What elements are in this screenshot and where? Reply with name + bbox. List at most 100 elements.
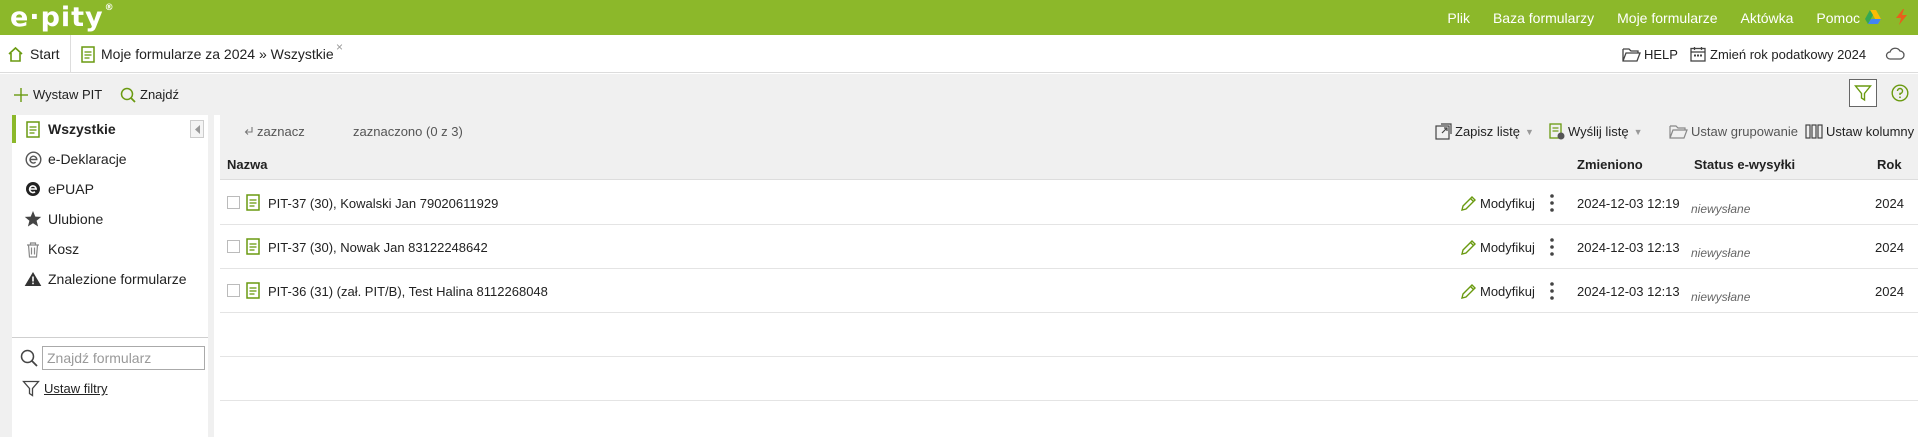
modify-button[interactable]: Modyfikuj [1460,181,1535,225]
set-filters-label: Ustaw filtry [44,381,108,396]
set-filters-link[interactable]: Ustaw filtry [22,380,108,397]
row-checkbox[interactable] [227,284,240,297]
modify-label: Modyfikuj [1480,283,1535,299]
pencil-icon [1460,195,1477,212]
folder-sidebar: Wszystkie e-Deklaracje ePUAP Ulubione Ko… [12,115,208,437]
modify-button[interactable]: Modyfikuj [1460,269,1535,313]
empty-row [220,313,1918,357]
folder-open-icon [1622,47,1641,62]
search-form-input[interactable] [42,346,205,370]
tab-my-forms-label: Moje formularze za 2024 » Wszystkie [101,46,334,62]
row-modified-date: 2024-12-03 12:19 [1577,195,1680,211]
document-icon [81,45,95,63]
set-columns-button[interactable]: Ustaw kolumny [1805,115,1914,148]
folder-open-icon [1669,124,1688,139]
set-grouping-label: Ustaw grupowanie [1691,124,1798,139]
collapse-sidebar-button[interactable] [190,120,204,138]
cloud-icon[interactable] [1885,46,1905,64]
row-form-name[interactable]: PIT-36 (31) (zał. PIT/B), Test Halina 81… [268,269,548,313]
help-button[interactable]: HELP [1622,35,1678,73]
row-checkbox[interactable] [227,196,240,209]
lightning-icon[interactable] [1893,8,1911,26]
send-list-button[interactable]: Wyślij listę ▼ [1549,115,1642,148]
menu-briefcase[interactable]: Aktówka [1741,10,1794,26]
row-year: 2024 [1875,239,1904,255]
export-icon [1435,123,1452,140]
sidebar-item-favorites[interactable]: Ulubione [12,205,208,233]
list-toolbar: zaznacz zaznaczono (0 z 3) Zapisz listę … [220,115,1918,148]
row-checkbox[interactable] [227,240,240,253]
issue-pit-label: Wystaw PIT [33,87,103,102]
more-options-icon[interactable] [1550,281,1554,304]
row-modified-date: 2024-12-03 12:13 [1577,283,1680,299]
table-row[interactable]: PIT-37 (30), Nowak Jan 83122248642 Modyf… [220,225,1918,269]
document-icon [246,282,260,302]
selected-count-label: zaznaczono (0 z 3) [353,124,463,139]
send-list-label: Wyślij listę [1568,124,1629,139]
menu-forms-database[interactable]: Baza formularzy [1493,10,1594,26]
logo-text: e·pity [10,2,104,33]
trash-icon [24,240,42,258]
sidebar-item-epuap[interactable]: ePUAP [12,175,208,203]
menu-my-forms[interactable]: Moje formularze [1617,10,1717,26]
column-header-name[interactable]: Nazwa [227,148,267,180]
chevron-down-icon: ▼ [1633,126,1643,137]
row-form-name[interactable]: PIT-37 (30), Kowalski Jan 79020611929 [268,181,498,225]
column-header-status[interactable]: Status e-wysyłki [1694,148,1795,180]
more-options-icon[interactable] [1550,237,1554,260]
modify-label: Modyfikuj [1480,195,1535,211]
row-year: 2024 [1875,283,1904,299]
column-header-year[interactable]: Rok [1877,148,1902,180]
sidebar-item-label: Kosz [48,241,80,257]
e-declaration-icon [24,150,42,168]
plus-icon [13,87,29,103]
sidebar-item-found-forms[interactable]: Znalezione formularze [12,265,208,293]
google-drive-icon[interactable] [1864,8,1882,26]
chevron-left-icon [194,124,201,134]
empty-row [220,357,1918,401]
tabs-bar: Start Moje formularze za 2024 » Wszystki… [0,35,1918,73]
table-row[interactable]: PIT-37 (30), Kowalski Jan 79020611929 Mo… [220,181,1918,225]
find-button[interactable]: Znajdź [120,74,179,115]
row-year: 2024 [1875,195,1904,211]
sidebar-item-label: ePUAP [48,181,94,197]
send-document-icon [1549,123,1565,140]
columns-icon [1805,124,1823,139]
question-icon[interactable] [1891,84,1909,105]
sidebar-item-all[interactable]: Wszystkie [12,115,208,143]
filter-toggle-button[interactable] [1849,79,1877,107]
more-options-icon[interactable] [1550,193,1554,216]
sidebar-divider [12,337,208,338]
sidebar-item-label: Znalezione formularze [48,271,187,287]
sidebar-item-trash[interactable]: Kosz [12,235,208,263]
save-list-button[interactable]: Zapisz listę ▼ [1435,115,1534,148]
chevron-down-icon: ▼ [1525,126,1534,137]
sidebar-item-e-declarations[interactable]: e-Deklaracje [12,145,208,173]
menu-help[interactable]: Pomoc [1816,10,1860,26]
document-icon [246,194,260,214]
home-icon [7,46,24,63]
row-form-name[interactable]: PIT-37 (30), Nowak Jan 83122248642 [268,225,488,269]
sidebar-item-label: Ulubione [48,211,104,227]
epity-logo[interactable]: e·pity ® [10,0,115,35]
issue-pit-button[interactable]: Wystaw PIT [13,74,102,115]
tab-start[interactable]: Start [7,35,60,73]
left-panel: Wszystkie e-Deklaracje ePUAP Ulubione Ko… [0,115,214,437]
warning-icon [24,270,42,288]
set-grouping-button[interactable]: Ustaw grupowanie [1669,115,1798,148]
calendar-icon [1690,46,1706,62]
select-label: zaznacz [257,124,305,139]
menu-file[interactable]: Plik [1447,10,1470,26]
search-icon [120,87,136,103]
tab-close-icon[interactable]: × [336,40,343,54]
change-tax-year-button[interactable]: Zmień rok podatkowy 2024 [1690,35,1866,73]
tab-my-forms[interactable]: Moje formularze za 2024 » Wszystkie [81,35,334,73]
column-header-modified[interactable]: Zmieniono [1577,148,1643,180]
document-icon [246,238,260,258]
select-button[interactable]: zaznacz [244,115,305,148]
table-row[interactable]: PIT-36 (31) (zał. PIT/B), Test Halina 81… [220,269,1918,313]
sidebar-item-label: Wszystkie [48,121,116,137]
table-header: Nazwa Zmieniono Status e-wysyłki Rok [220,148,1918,180]
return-arrow-icon [244,126,254,138]
modify-button[interactable]: Modyfikuj [1460,225,1535,269]
